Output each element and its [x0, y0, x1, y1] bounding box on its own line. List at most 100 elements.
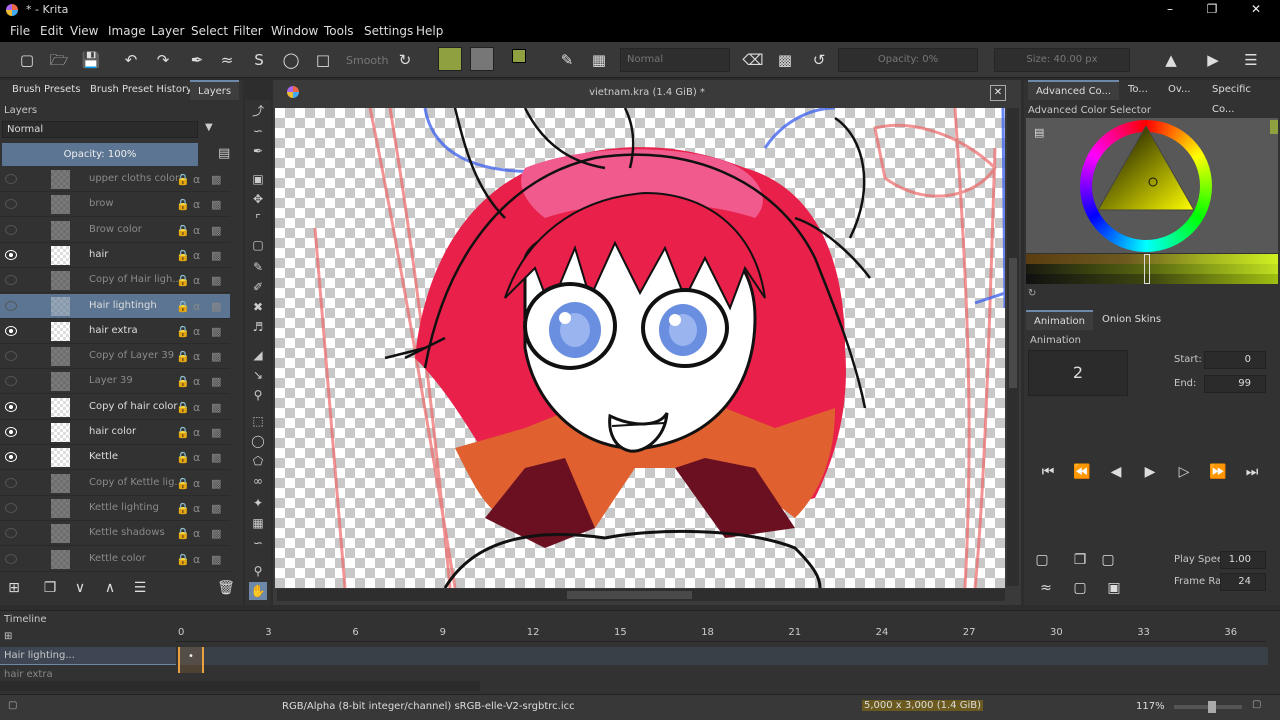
inherit-alpha-icon[interactable]: ▩ [211, 300, 221, 313]
lock-icon[interactable]: 🔒 [176, 198, 190, 211]
mirror-vertical-icon[interactable]: ▶ [1200, 47, 1226, 73]
tab-advanced-color[interactable]: Advanced Co... [1028, 80, 1120, 100]
brush-tool-icon-2[interactable]: ✒ [249, 142, 267, 160]
end-frame-input[interactable]: 99 [1204, 375, 1266, 393]
smooth-label[interactable]: Smooth [346, 54, 388, 67]
layer-blend-mode-select[interactable]: Normal [2, 121, 198, 138]
alpha-icon[interactable]: α [193, 274, 200, 287]
close-document-icon[interactable]: ✕ [990, 85, 1006, 101]
visibility-eye-icon[interactable] [5, 427, 17, 437]
delete-layer-icon[interactable]: 🗑 [212, 576, 240, 600]
menu-window[interactable]: Window [271, 24, 318, 38]
duplicate-layer-icon[interactable]: ❐ [36, 576, 64, 600]
menu-layer[interactable]: Layer [151, 24, 184, 38]
fill-tool-icon[interactable]: ♬ [249, 318, 267, 336]
foreground-color-swatch[interactable] [512, 49, 526, 63]
zoom-slider[interactable] [1174, 701, 1242, 713]
layer-row[interactable]: hair extra 🔒 α ▩ [0, 319, 230, 344]
last-frame-icon[interactable]: ⏭ [1238, 460, 1266, 484]
tab-onion-skins[interactable]: Onion Skins [1094, 310, 1169, 330]
saturation-triangle[interactable] [1098, 126, 1198, 216]
lock-icon[interactable]: 🔒 [176, 274, 190, 287]
lasso-select-icon[interactable]: ∞ [249, 472, 267, 490]
reference-tool-icon[interactable]: ⚲ [249, 386, 267, 404]
timeline-scrollbar[interactable] [0, 681, 480, 691]
alpha-icon[interactable]: α [193, 198, 200, 211]
layer-row[interactable]: upper cloths color 🔒 α ▩ [0, 167, 230, 192]
assistant-tool-icon[interactable]: ◢ [249, 346, 267, 364]
similar-select-icon[interactable]: ▦ [249, 514, 267, 532]
play-icon[interactable]: ▶ [1136, 460, 1164, 484]
copy-keyframe-icon[interactable]: ❐ [1066, 548, 1094, 572]
drop-frames-icon[interactable]: ▢ [1066, 576, 1094, 600]
visibility-eye-icon[interactable] [5, 452, 17, 463]
lock-icon[interactable]: 🔒 [176, 401, 190, 414]
alpha-icon[interactable]: α [193, 401, 200, 414]
freehand-path-tool-icon[interactable]: ⤴ [249, 102, 267, 120]
color-history-bars[interactable] [1026, 254, 1278, 284]
menu-help[interactable]: Help [416, 24, 443, 38]
lock-icon[interactable]: 🔒 [176, 173, 190, 186]
bezier-select-icon[interactable]: ∽ [249, 534, 267, 552]
smart-patch-icon[interactable]: ✖ [249, 298, 267, 316]
close-window-icon[interactable]: ✕ [1236, 2, 1276, 18]
opacity-slider[interactable]: Opacity: 0% [838, 48, 978, 72]
colorize-mask-icon[interactable]: ✐ [249, 278, 267, 296]
onion-skin-icon[interactable]: ≈ [1032, 576, 1060, 600]
lock-icon[interactable]: 🔒 [176, 300, 190, 313]
move-tool-icon[interactable]: ✥ [249, 190, 267, 208]
visibility-eye-icon[interactable] [5, 325, 17, 336]
alpha-icon[interactable]: α [193, 451, 200, 464]
horizontal-scrollbar[interactable] [277, 589, 1005, 601]
layer-row[interactable]: Copy of hair color 🔒 α ▩ [0, 395, 230, 420]
alpha-icon[interactable]: α [193, 502, 200, 515]
visibility-eye-icon[interactable] [5, 174, 17, 184]
lock-icon[interactable]: 🔒 [176, 325, 190, 338]
menu-view[interactable]: View [70, 24, 98, 38]
inherit-alpha-icon[interactable]: ▩ [211, 198, 221, 211]
freehand-select-tool-icon[interactable]: ∽ [249, 122, 267, 140]
inherit-alpha-icon[interactable]: ▩ [211, 553, 221, 566]
inherit-alpha-icon[interactable]: ▩ [211, 173, 221, 186]
next-keyframe-icon[interactable]: ⏩ [1204, 460, 1232, 484]
tab-overview[interactable]: Ov... [1160, 80, 1199, 100]
alpha-icon[interactable]: α [193, 325, 200, 338]
brush-tool-icon[interactable]: ✒ [184, 47, 210, 73]
visibility-eye-icon[interactable] [5, 502, 17, 513]
inherit-alpha-icon[interactable]: ▩ [211, 350, 221, 363]
layer-row[interactable]: Brow color 🔒 α ▩ [0, 218, 230, 243]
lock-icon[interactable]: 🔒 [176, 451, 190, 464]
visibility-eye-icon[interactable] [5, 376, 17, 387]
color-refresh-icon[interactable]: ↻ [1028, 288, 1036, 299]
play-speed-input[interactable]: 1.00 [1220, 551, 1266, 569]
inherit-alpha-icon[interactable]: ▩ [211, 325, 221, 338]
inherit-alpha-icon[interactable]: ▩ [211, 224, 221, 237]
select-icon[interactable]: □ [310, 47, 336, 73]
transform-tool-icon[interactable]: ▣ [249, 170, 267, 188]
minimize-icon[interactable]: – [1150, 2, 1190, 18]
frame-track[interactable]: • [178, 647, 1268, 673]
redo-icon[interactable]: ↷ [150, 47, 176, 73]
tab-animation[interactable]: Animation [1026, 310, 1093, 330]
alpha-icon[interactable]: α [193, 173, 200, 186]
inherit-alpha-icon[interactable]: ▩ [211, 502, 221, 515]
visibility-eye-icon[interactable] [5, 477, 17, 488]
layer-row[interactable]: Kettle color 🔒 α ▩ [0, 547, 230, 572]
measure-tool-icon[interactable]: ↘ [249, 366, 267, 384]
alpha-icon[interactable]: α [193, 527, 200, 540]
keyframe-dot-icon[interactable]: • [188, 651, 194, 662]
previous-keyframe-icon[interactable]: ⏪ [1068, 460, 1096, 484]
inherit-alpha-icon[interactable]: ▩ [211, 451, 221, 464]
new-document-icon[interactable]: ▢ [14, 47, 40, 73]
inherit-alpha-icon[interactable]: ▩ [211, 426, 221, 439]
bezier-curve-icon[interactable]: S [246, 47, 272, 73]
crop-tool-icon[interactable]: ⌜ [249, 210, 267, 228]
toolbar-menu-icon[interactable]: ☰ [1238, 47, 1264, 73]
menu-settings[interactable]: Settings [364, 24, 413, 38]
menu-tools[interactable]: Tools [324, 24, 354, 38]
lock-icon[interactable]: 🔒 [176, 553, 190, 566]
alpha-icon[interactable]: α [193, 224, 200, 237]
visibility-eye-icon[interactable] [5, 351, 17, 362]
ellipse-select-icon[interactable]: ◯ [249, 432, 267, 450]
menu-select[interactable]: Select [191, 24, 228, 38]
